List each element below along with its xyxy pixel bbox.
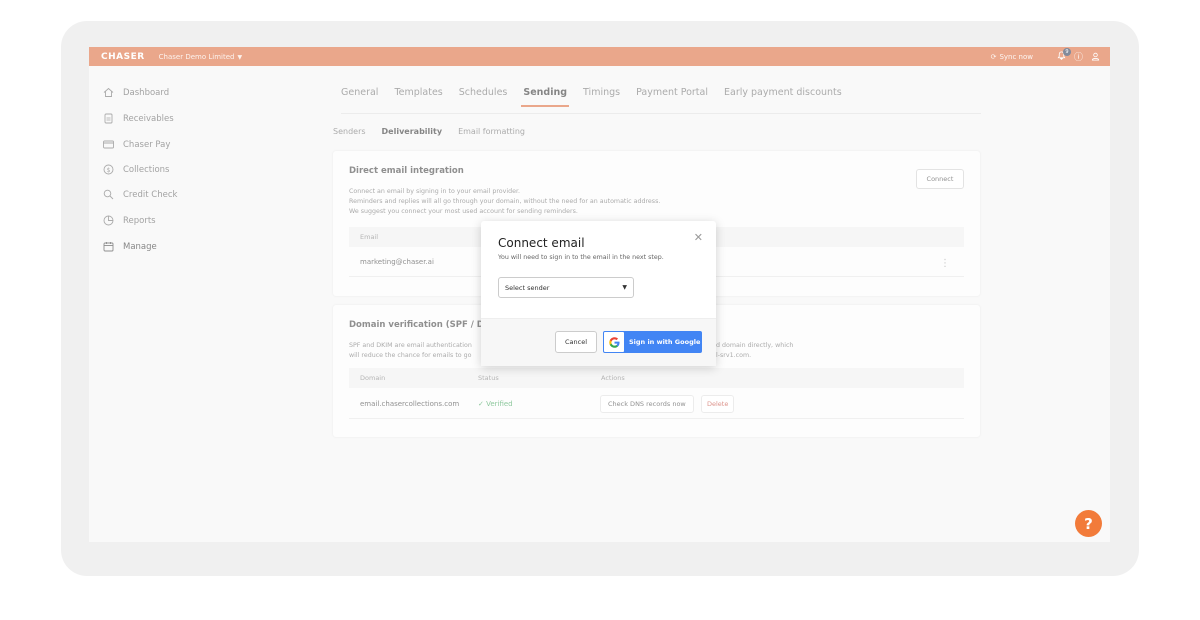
google-logo-icon (604, 332, 624, 352)
cancel-button[interactable]: Cancel (555, 331, 597, 353)
help-chat-button[interactable]: ? (1075, 510, 1102, 537)
select-value: Select sender (505, 283, 550, 292)
google-button-label: Sign in with Google (629, 338, 701, 346)
app-screen: CHASER Chaser Demo Limited ▼ ⟳ Sync now 9… (89, 47, 1110, 542)
sender-select[interactable]: Select sender ▼ (498, 277, 634, 298)
connect-email-modal: Connect email You will need to sign in t… (481, 221, 716, 366)
sign-in-with-google-button[interactable]: Sign in with Google (603, 331, 702, 353)
modal-footer: Cancel Sign in with Google (481, 318, 716, 366)
close-icon[interactable]: ✕ (694, 231, 703, 244)
modal-subtitle: You will need to sign in to the email in… (498, 254, 664, 261)
caret-down-icon: ▼ (622, 284, 627, 291)
modal-title: Connect email (498, 236, 585, 250)
